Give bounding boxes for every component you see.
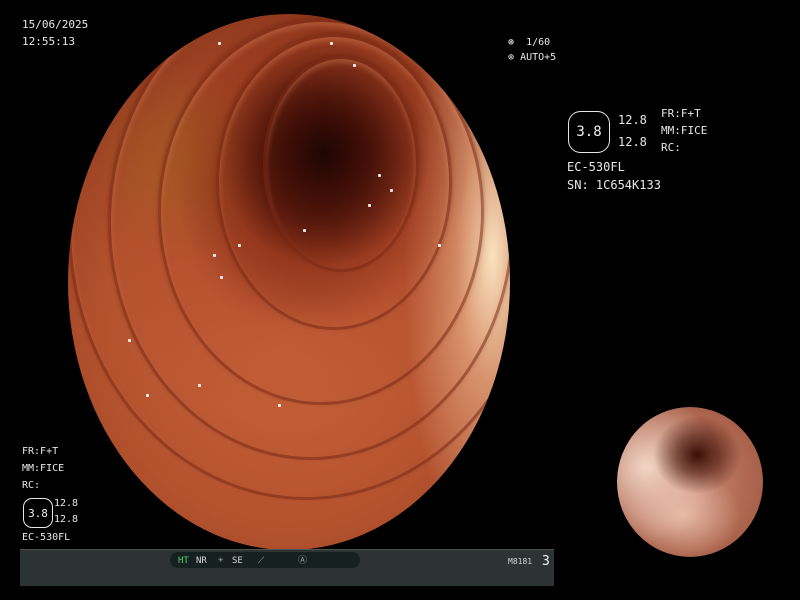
- ht-indicator: HT: [178, 556, 189, 566]
- date-text: 15/06/2025: [22, 18, 89, 31]
- shutter-row: ⊛ 1/60: [508, 36, 550, 49]
- status-indicator-strip: HT NR ☀ SE ⟋ Ⓐ: [170, 552, 360, 568]
- left-scope-badge: 3.8: [23, 498, 53, 528]
- aperture-icon: ⊛: [508, 37, 515, 48]
- camera-icon: ⊚: [508, 52, 515, 63]
- shutter-speed: 1/60: [526, 37, 551, 48]
- right-value-bottom: 12.8: [618, 135, 647, 149]
- auto-exposure: AUTO+5: [520, 52, 557, 63]
- left-value-top: 12.8: [54, 498, 79, 509]
- device-code: M8181: [508, 557, 533, 566]
- right-rc: RC:: [661, 141, 681, 154]
- right-serial: SN: 1C654K133: [567, 178, 661, 192]
- right-model: EC-530FL: [567, 160, 625, 174]
- scope-value: 3.8: [576, 124, 602, 140]
- status-bar: HT NR ☀ SE ⟋ Ⓐ M8181 3: [20, 549, 554, 586]
- right-value-top: 12.8: [618, 113, 647, 127]
- left-fr: FR:F+T: [22, 446, 59, 457]
- time-text: 12:55:13: [22, 35, 75, 48]
- left-value-bottom: 12.8: [54, 514, 79, 525]
- left-model: EC-530FL: [22, 532, 71, 543]
- left-scope-value: 3.8: [28, 506, 48, 520]
- edge-icon: ⟋: [258, 556, 265, 566]
- nr-indicator: NR: [196, 556, 207, 566]
- left-mm: MM:FICE: [22, 463, 65, 474]
- right-mm: MM:FICE: [661, 124, 708, 137]
- circle-a-icon: Ⓐ: [298, 556, 308, 566]
- scope-value-badge: 3.8: [568, 111, 610, 153]
- brightness-icon: ☀: [218, 556, 224, 566]
- endoscopic-main-view: [68, 14, 510, 550]
- page-number: 3: [542, 554, 550, 569]
- se-indicator: SE: [232, 556, 243, 566]
- auto-row: ⊚ AUTO+5: [508, 51, 556, 64]
- endoscopic-pip-view: [617, 407, 763, 557]
- right-fr: FR:F+T: [661, 107, 701, 120]
- left-rc: RC:: [22, 480, 41, 491]
